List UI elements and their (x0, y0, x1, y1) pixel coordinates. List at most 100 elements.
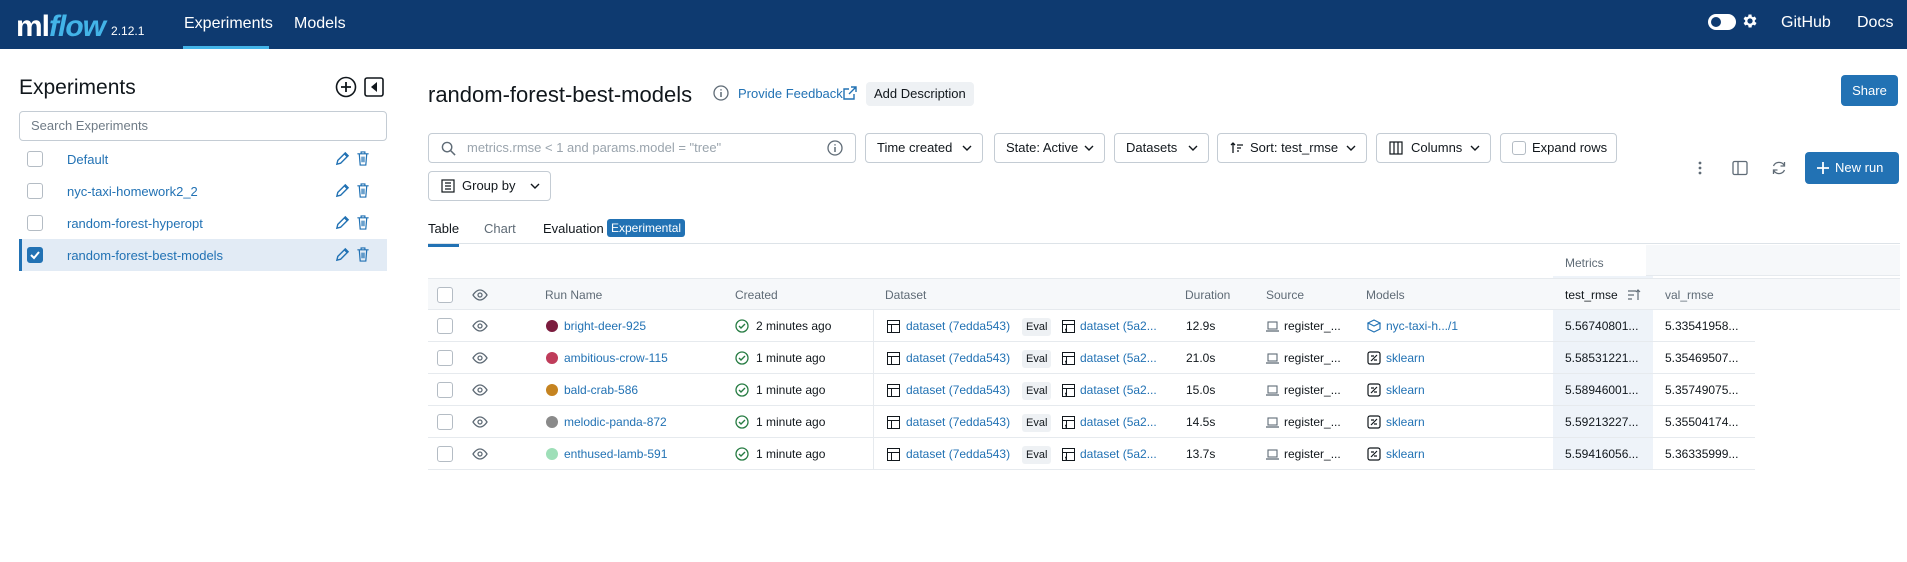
header-duration[interactable]: Duration (1185, 279, 1230, 311)
dataset-link[interactable]: dataset (5a2... (1080, 374, 1157, 406)
dataset-link[interactable]: dataset (7edda543) (906, 406, 1010, 438)
experiment-name[interactable]: random-forest-best-models (67, 248, 223, 263)
dataset-link[interactable]: dataset (5a2... (1080, 406, 1157, 438)
row-checkbox[interactable] (437, 382, 453, 398)
provide-feedback-link[interactable]: Provide Feedback (738, 86, 843, 101)
model-link[interactable]: sklearn (1386, 438, 1425, 470)
experiment-name[interactable]: Default (67, 152, 108, 167)
nav-models[interactable]: Models (293, 0, 347, 49)
row-checkbox[interactable] (437, 446, 453, 462)
header-models[interactable]: Models (1366, 279, 1405, 311)
model-link[interactable]: sklearn (1386, 342, 1425, 374)
dataset-link[interactable]: dataset (5a2... (1080, 310, 1157, 342)
pencil-icon[interactable] (335, 151, 350, 166)
run-source[interactable]: register_... (1284, 374, 1341, 406)
tab-chart[interactable]: Chart (484, 221, 516, 236)
table-row[interactable]: bright-deer-925 2 minutes ago dataset (7ed… (428, 310, 1755, 342)
add-experiment-icon[interactable] (335, 76, 357, 98)
header-dataset[interactable]: Dataset (885, 279, 926, 311)
table-row[interactable]: bald-crab-586 1 minute ago dataset (7edda5… (428, 374, 1755, 406)
new-run-button[interactable]: New run (1805, 152, 1899, 184)
group-by-dropdown[interactable]: Group by (428, 171, 551, 201)
experiment-checkbox[interactable] (27, 151, 43, 167)
trash-icon[interactable] (356, 247, 370, 262)
refresh-icon[interactable] (1771, 160, 1787, 176)
columns-dropdown[interactable]: Columns (1376, 133, 1491, 163)
table-row[interactable]: ambitious-crow-115 1 minute ago dataset (7… (428, 342, 1755, 374)
row-checkbox[interactable] (437, 414, 453, 430)
search-runs-input[interactable]: metrics.rmse < 1 and params.model = "tre… (428, 133, 856, 163)
row-checkbox[interactable] (437, 318, 453, 334)
run-source[interactable]: register_... (1284, 342, 1341, 374)
header-test-rmse[interactable]: test_rmse (1565, 279, 1618, 311)
github-link[interactable]: GitHub (1781, 0, 1831, 46)
eye-icon[interactable] (472, 415, 488, 429)
model-link[interactable]: sklearn (1386, 374, 1425, 406)
run-color-dot[interactable] (546, 448, 558, 460)
time-created-dropdown[interactable]: Time created (865, 133, 983, 163)
dataset-link[interactable]: dataset (7edda543) (906, 342, 1010, 374)
experiment-checkbox-checked[interactable] (27, 247, 43, 263)
run-source[interactable]: register_... (1284, 406, 1341, 438)
dark-mode-toggle[interactable] (1708, 14, 1736, 30)
tab-evaluation[interactable]: Evaluation (543, 221, 604, 236)
dataset-link[interactable]: dataset (5a2... (1080, 342, 1157, 374)
run-name-link[interactable]: bright-deer-925 (564, 310, 646, 342)
nav-experiments[interactable]: Experiments (183, 0, 273, 49)
dataset-link[interactable]: dataset (5a2... (1080, 438, 1157, 470)
mlflow-logo[interactable]: ml flow 2.12.1 (16, 4, 144, 44)
experiment-item-default[interactable]: Default (19, 143, 387, 175)
eye-icon[interactable] (472, 383, 488, 397)
pencil-icon[interactable] (335, 247, 350, 262)
run-color-dot[interactable] (546, 352, 558, 364)
experiment-item-rf-best-models[interactable]: random-forest-best-models (19, 239, 387, 271)
more-options-icon[interactable] (1692, 160, 1708, 176)
row-checkbox[interactable] (437, 350, 453, 366)
dataset-link[interactable]: dataset (7edda543) (906, 374, 1010, 406)
run-name-link[interactable]: melodic-panda-872 (564, 406, 667, 438)
table-row[interactable]: enthused-lamb-591 1 minute ago dataset (7e… (428, 438, 1755, 470)
table-row[interactable]: melodic-panda-872 1 minute ago dataset (7e… (428, 406, 1755, 438)
eye-icon[interactable] (472, 351, 488, 365)
run-source[interactable]: register_... (1284, 438, 1341, 470)
header-run-name[interactable]: Run Name (545, 279, 602, 311)
run-name-link[interactable]: enthused-lamb-591 (564, 438, 667, 470)
model-link[interactable]: nyc-taxi-h.../1 (1386, 310, 1458, 342)
docs-link[interactable]: Docs (1857, 0, 1893, 46)
run-color-dot[interactable] (546, 320, 558, 332)
experiment-name[interactable]: random-forest-hyperopt (67, 216, 203, 231)
side-panel-icon[interactable] (1732, 160, 1748, 176)
model-link[interactable]: sklearn (1386, 406, 1425, 438)
experiment-checkbox[interactable] (27, 215, 43, 231)
experiment-item-nyc-taxi[interactable]: nyc-taxi-homework2_2 (19, 175, 387, 207)
sort-dropdown[interactable]: Sort: test_rmse (1217, 133, 1367, 163)
expand-rows-checkbox[interactable] (1512, 141, 1526, 155)
pencil-icon[interactable] (335, 183, 350, 198)
datasets-dropdown[interactable]: Datasets (1114, 133, 1209, 163)
experiment-name[interactable]: nyc-taxi-homework2_2 (67, 184, 198, 199)
external-link-icon[interactable] (843, 86, 857, 100)
info-icon[interactable] (827, 140, 843, 156)
info-icon[interactable] (713, 85, 729, 101)
trash-icon[interactable] (356, 215, 370, 230)
trash-icon[interactable] (356, 151, 370, 166)
run-source[interactable]: register_... (1284, 310, 1341, 342)
trash-icon[interactable] (356, 183, 370, 198)
collapse-sidebar-icon[interactable] (364, 77, 384, 97)
gear-icon[interactable] (1741, 12, 1759, 30)
select-all-checkbox[interactable] (437, 287, 453, 303)
dataset-link[interactable]: dataset (7edda543) (906, 438, 1010, 470)
expand-rows-toggle[interactable]: Expand rows (1500, 133, 1617, 163)
state-dropdown[interactable]: State: Active (994, 133, 1105, 163)
header-created[interactable]: Created (735, 279, 778, 311)
pencil-icon[interactable] (335, 215, 350, 230)
share-button[interactable]: Share (1841, 75, 1898, 106)
add-description-button[interactable]: Add Description (866, 82, 974, 106)
header-source[interactable]: Source (1266, 279, 1304, 311)
header-val-rmse[interactable]: val_rmse (1665, 279, 1714, 311)
eye-icon[interactable] (472, 288, 488, 302)
dataset-link[interactable]: dataset (7edda543) (906, 310, 1010, 342)
sort-ascending-icon[interactable] (1627, 289, 1641, 301)
run-color-dot[interactable] (546, 384, 558, 396)
experiment-item-rf-hyperopt[interactable]: random-forest-hyperopt (19, 207, 387, 239)
